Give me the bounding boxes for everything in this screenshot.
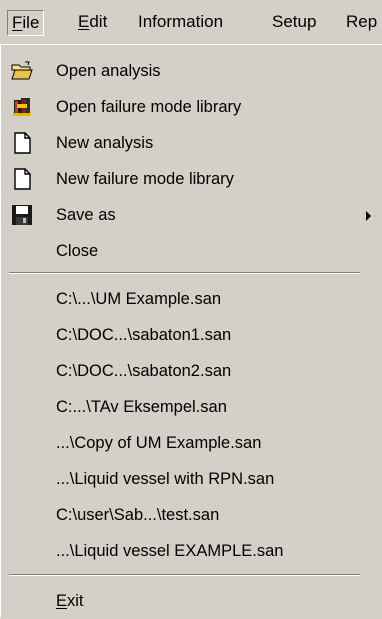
recent-file-item[interactable]: ...\Copy of UM Example.san — [1, 425, 381, 461]
menu-item-label: Save as — [56, 206, 116, 224]
menu-item-label: Close — [56, 242, 99, 260]
menu-item-save-as[interactable]: Save as — [1, 197, 381, 233]
recent-file-item[interactable]: C:...\TAv Eksempel.san — [1, 389, 381, 425]
open-folder-icon — [11, 61, 33, 80]
menu-separator — [9, 272, 360, 274]
recent-file-label: C:\DOC...\sabaton1.san — [56, 326, 232, 344]
menu-separator — [9, 574, 360, 576]
file-menu-dropdown: Open analysis Open failure mode library … — [0, 44, 382, 617]
menu-item-label: Open analysis — [56, 62, 161, 80]
recent-file-label: C:\DOC...\sabaton2.san — [56, 362, 232, 380]
menu-file[interactable]: File — [7, 10, 45, 36]
menu-item-exit[interactable]: Exit — [1, 583, 381, 619]
recent-file-label: C:\user\Sab...\test.san — [56, 506, 220, 524]
recent-file-item[interactable]: C:\user\Sab...\test.san — [1, 497, 381, 533]
menu-item-label: Exit — [56, 592, 84, 610]
submenu-arrow-icon — [366, 211, 371, 221]
menu-information[interactable]: Information — [138, 11, 223, 33]
menu-item-open-library[interactable]: Open failure mode library — [1, 89, 381, 125]
recent-file-label: C:...\TAv Eksempel.san — [56, 398, 227, 416]
recent-file-item[interactable]: C:\DOC...\sabaton1.san — [1, 317, 381, 353]
recent-file-item[interactable]: C:\...\UM Example.san — [1, 281, 381, 317]
library-books-icon — [13, 98, 31, 116]
menu-edit[interactable]: Edit — [78, 11, 107, 33]
menu-item-label: New failure mode library — [56, 170, 234, 188]
menu-item-close[interactable]: Close — [1, 233, 381, 269]
menu-item-new-analysis[interactable]: New analysis — [1, 125, 381, 161]
recent-file-item[interactable]: C:\DOC...\sabaton2.san — [1, 353, 381, 389]
menu-item-new-library[interactable]: New failure mode library — [1, 161, 381, 197]
menu-rep[interactable]: Rep — [346, 11, 377, 33]
menu-bar: File Edit Information Setup Rep — [0, 0, 382, 40]
menu-item-open-analysis[interactable]: Open analysis — [1, 53, 381, 89]
recent-file-label: ...\Copy of UM Example.san — [56, 434, 262, 452]
new-document-icon — [14, 168, 31, 190]
recent-file-label: ...\Liquid vessel EXAMPLE.san — [56, 542, 284, 560]
recent-file-item[interactable]: ...\Liquid vessel EXAMPLE.san — [1, 533, 381, 569]
new-document-icon — [14, 132, 31, 154]
floppy-disk-icon — [12, 205, 32, 225]
menu-item-label: New analysis — [56, 134, 154, 152]
menu-setup[interactable]: Setup — [272, 11, 316, 33]
recent-file-label: C:\...\UM Example.san — [56, 290, 222, 308]
recent-file-item[interactable]: ...\Liquid vessel with RPN.san — [1, 461, 381, 497]
recent-file-label: ...\Liquid vessel with RPN.san — [56, 470, 275, 488]
menu-item-label: Open failure mode library — [56, 98, 242, 116]
